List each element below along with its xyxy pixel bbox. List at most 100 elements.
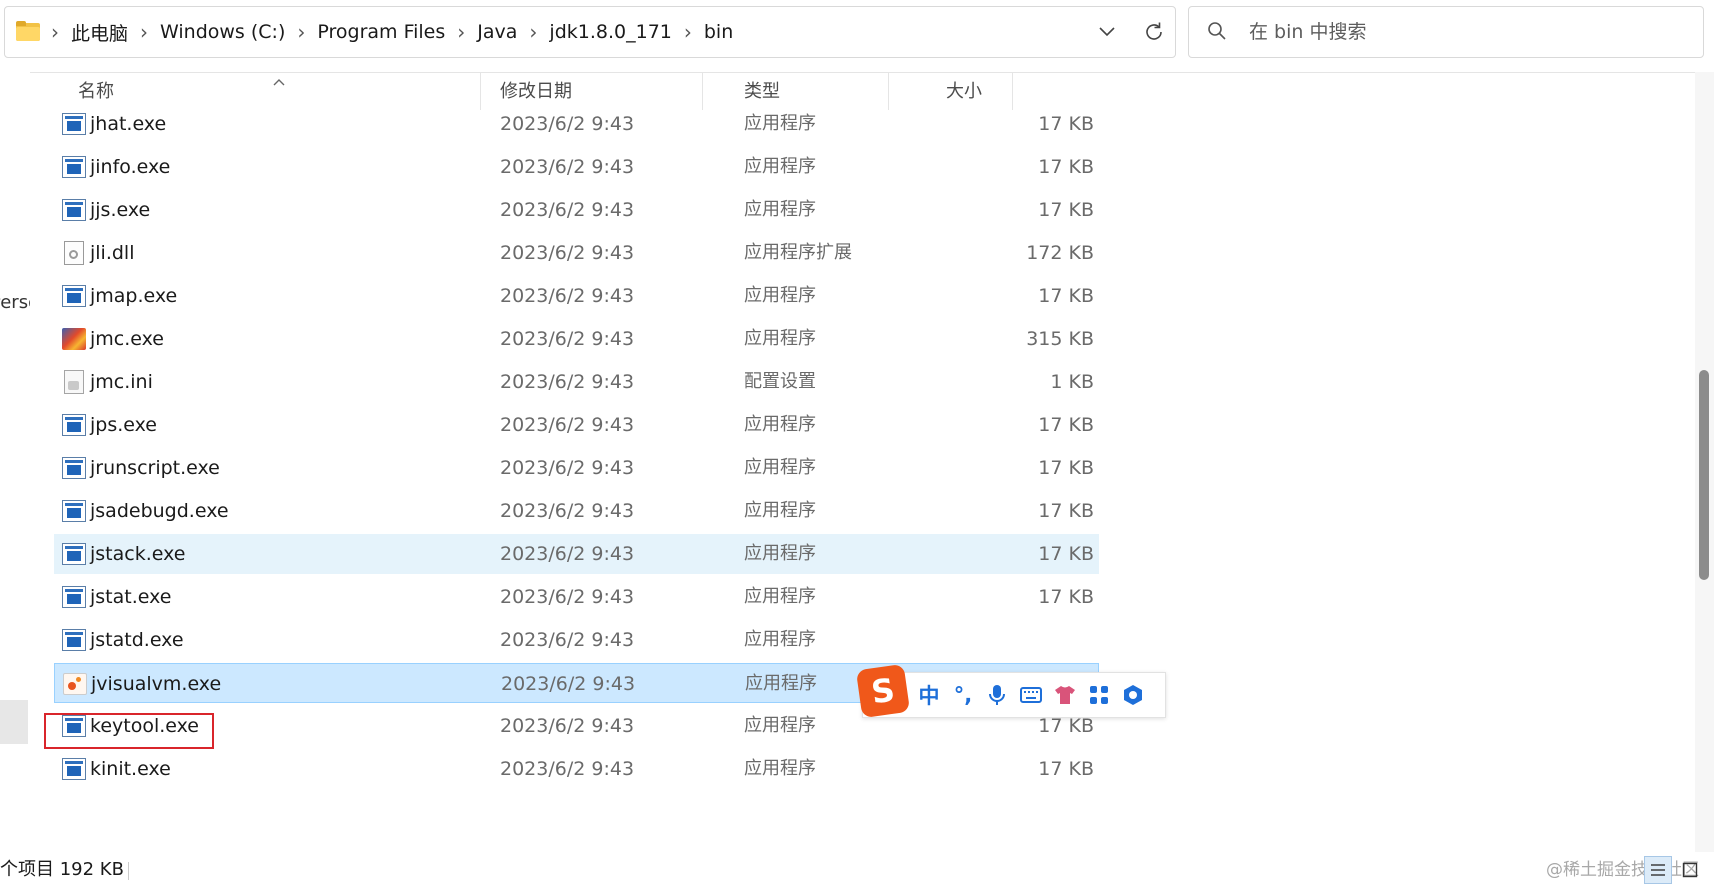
sogou-logo-icon[interactable]: S [855,663,911,719]
details-view-icon[interactable] [1644,856,1672,884]
file-type: 应用程序 [744,199,816,220]
file-row[interactable]: jhat.exe 2023/6/2 9:43 应用程序 17 KB [54,104,1099,144]
sort-ascending-icon [272,72,286,91]
file-name: jmap.exe [90,285,178,307]
file-name: jsadebugd.exe [90,500,229,522]
file-row[interactable]: jstack.exe 2023/6/2 9:43 应用程序 17 KB [54,534,1099,574]
ime-mode-chinese[interactable]: 中 [915,681,943,709]
file-list: 名称 修改日期 类型 大小 jhat.exe 2023/6/2 9:43 应用程序 1… [30,72,1695,852]
chevron-down-icon[interactable] [1093,17,1121,45]
toolbox-grid-icon[interactable] [1085,681,1113,709]
file-date: 2023/6/2 9:43 [500,543,635,565]
file-size: 17 KB [1038,156,1094,178]
breadcrumb-this-pc[interactable]: 此电脑 [63,19,136,46]
file-date: 2023/6/2 9:43 [500,285,635,307]
chevron-right-icon[interactable]: › [453,20,469,44]
file-row[interactable]: jstatd.exe 2023/6/2 9:43 应用程序 [54,620,1099,660]
file-row[interactable]: kinit.exe 2023/6/2 9:43 应用程序 17 KB [54,749,1099,789]
file-date: 2023/6/2 9:43 [500,113,635,135]
file-name: jmc.ini [90,371,153,393]
file-row[interactable]: jjs.exe 2023/6/2 9:43 应用程序 17 KB [54,190,1099,230]
file-row[interactable]: jsadebugd.exe 2023/6/2 9:43 应用程序 17 KB [54,491,1099,531]
breadcrumb-program-files[interactable]: Program Files [309,21,453,43]
file-type: 应用程序 [744,500,816,521]
file-type: 应用程序 [744,328,816,349]
jmc-icon [62,328,86,350]
file-type: 应用程序 [744,586,816,607]
ime-assistant-icon[interactable] [1119,681,1147,709]
file-date: 2023/6/2 9:43 [500,328,635,350]
file-date: 2023/6/2 9:43 [500,156,635,178]
file-date: 2023/6/2 9:43 [500,500,635,522]
skin-shirt-icon[interactable] [1051,681,1079,709]
jvisualvm-icon [63,673,87,695]
file-size: 17 KB [1038,457,1094,479]
ime-toolbar: S 中 °, [855,663,1166,719]
large-icons-view-icon[interactable] [1676,856,1704,884]
exe-icon [62,543,86,565]
file-date: 2023/6/2 9:43 [500,629,635,651]
file-size: 17 KB [1038,500,1094,522]
file-name: jinfo.exe [90,156,171,178]
file-type: 应用程序 [744,285,816,306]
file-date: 2023/6/2 9:43 [500,371,635,393]
file-size: 315 KB [1026,328,1094,350]
file-type: 应用程序 [744,629,816,650]
file-size: 17 KB [1038,113,1094,135]
exe-icon [62,199,86,221]
chevron-right-icon[interactable]: › [136,20,152,44]
file-name: jmc.exe [90,328,164,350]
search-icon [1207,21,1227,45]
file-date: 2023/6/2 9:43 [500,586,635,608]
file-date: 2023/6/2 9:43 [500,758,635,780]
file-name: jps.exe [90,414,157,436]
nav-item-fragment[interactable]: Persona [0,292,30,313]
file-row[interactable]: jrunscript.exe 2023/6/2 9:43 应用程序 17 KB [54,448,1099,488]
chevron-right-icon[interactable]: › [525,20,541,44]
keyboard-icon[interactable] [1017,681,1045,709]
file-row[interactable]: jmap.exe 2023/6/2 9:43 应用程序 17 KB [54,276,1099,316]
file-size: 17 KB [1038,199,1094,221]
navigation-pane: Persona [0,72,30,852]
chevron-right-icon[interactable]: › [680,20,696,44]
file-name: jli.dll [90,242,135,264]
dll-icon [64,241,84,265]
chevron-right-icon[interactable]: › [293,20,309,44]
search-input[interactable] [1247,16,1691,48]
breadcrumb-java[interactable]: Java [469,21,525,43]
file-row[interactable]: jli.dll 2023/6/2 9:43 应用程序扩展 172 KB [54,233,1099,273]
chevron-right-icon[interactable]: › [47,20,63,44]
exe-icon [62,629,86,651]
exe-icon [62,586,86,608]
file-row[interactable]: jinfo.exe 2023/6/2 9:43 应用程序 17 KB [54,147,1099,187]
file-name: jrunscript.exe [90,457,220,479]
file-size: 17 KB [1038,758,1094,780]
file-date: 2023/6/2 9:43 [500,242,635,264]
vertical-scrollbar[interactable] [1695,72,1714,852]
scrollbar-thumb[interactable] [1699,370,1709,580]
microphone-icon[interactable] [983,681,1011,709]
file-row[interactable]: jmc.exe 2023/6/2 9:43 应用程序 315 KB [54,319,1099,359]
exe-icon [62,414,86,436]
file-type: 应用程序 [744,156,816,177]
file-size: 17 KB [1038,586,1094,608]
refresh-icon[interactable] [1139,17,1169,47]
nav-item-selected-stub[interactable] [0,700,28,744]
file-row[interactable]: jmc.ini 2023/6/2 9:43 配置设置 1 KB [54,362,1099,402]
ime-punctuation[interactable]: °, [949,681,977,709]
breadcrumb-jdk[interactable]: jdk1.8.0_171 [541,21,679,43]
search-box[interactable] [1188,6,1704,58]
breadcrumb: › 此电脑 › Windows (C:) › Program Files › J… [47,19,741,46]
file-date: 2023/6/2 9:43 [500,457,635,479]
file-type: 应用程序 [744,715,816,736]
file-row[interactable]: jstat.exe 2023/6/2 9:43 应用程序 17 KB [54,577,1099,617]
file-name: jstat.exe [90,586,172,608]
file-type: 应用程序 [744,113,816,134]
file-date: 2023/6/2 9:43 [501,673,636,695]
breadcrumb-bin[interactable]: bin [696,21,741,43]
file-row[interactable]: jps.exe 2023/6/2 9:43 应用程序 17 KB [54,405,1099,445]
address-bar[interactable]: › 此电脑 › Windows (C:) › Program Files › J… [4,6,1176,58]
breadcrumb-drive-c[interactable]: Windows (C:) [152,21,293,43]
exe-icon [62,758,86,780]
ini-icon [64,370,84,394]
